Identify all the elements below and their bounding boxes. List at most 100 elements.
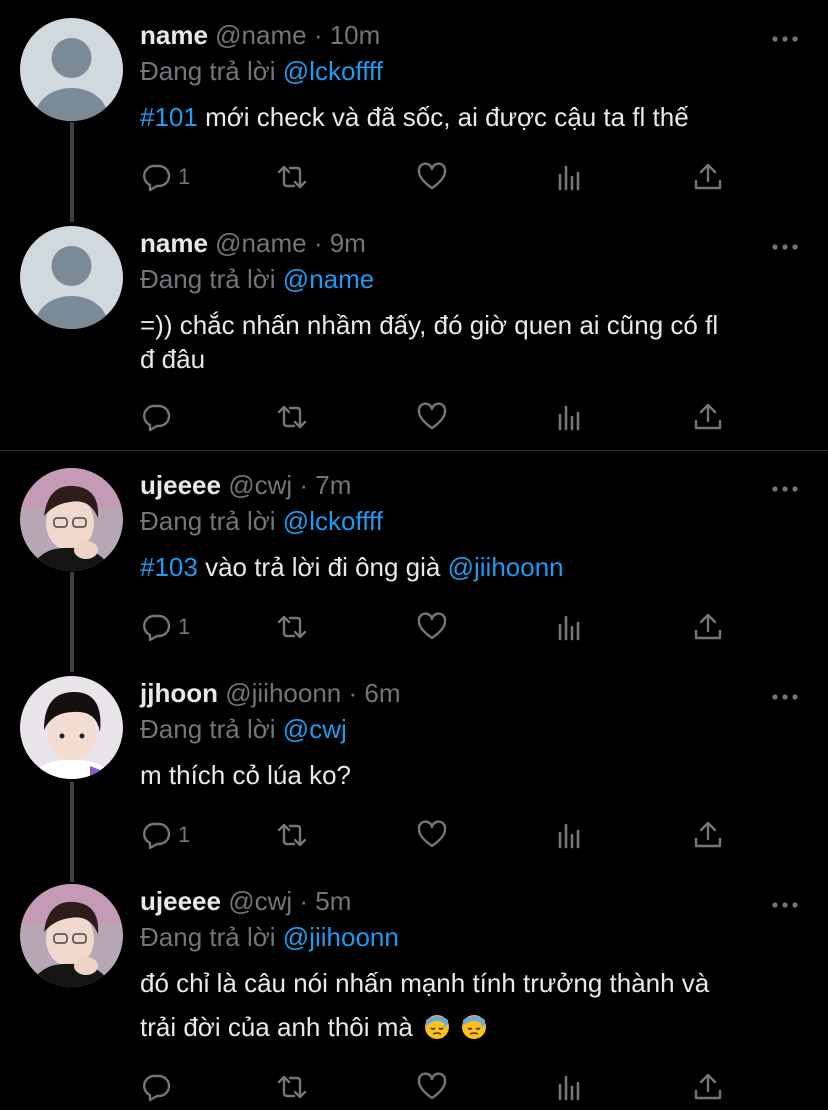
reply-count: 1 — [178, 164, 191, 189]
display-name[interactable]: ujeeee — [140, 886, 221, 916]
tweet[interactable]: name @name · 10m Đang trả lời @lckoffff … — [0, 0, 828, 210]
like-button[interactable] — [416, 1070, 448, 1104]
reply-button[interactable] — [140, 400, 178, 434]
user-handle[interactable]: @cwj — [228, 886, 292, 916]
reply-count: 1 — [178, 614, 191, 639]
analytics-button[interactable] — [554, 610, 586, 644]
tweet[interactable]: ujeeee @cwj · 7m Đang trả lời @lckoffff … — [0, 450, 828, 660]
retweet-button[interactable] — [276, 818, 308, 852]
tweet[interactable]: name @name · 9m Đang trả lời @name =)) c… — [0, 208, 828, 450]
share-icon — [694, 403, 722, 430]
display-name[interactable]: name — [140, 20, 208, 50]
tweet[interactable]: jjhoon @jiihoonn · 6m Đang trả lời @cwj … — [0, 658, 828, 868]
retweet-button[interactable] — [276, 160, 308, 194]
like-icon — [417, 162, 447, 190]
action-bar — [140, 1070, 800, 1104]
avatar-photo[interactable] — [20, 884, 123, 987]
retweet-button[interactable] — [276, 400, 308, 434]
tweet-text-line: đó chỉ là câu nói nhấn mạnh tính trưởng … — [140, 968, 710, 998]
tweet-header: name @name · 10m — [140, 20, 380, 51]
user-handle[interactable]: @name — [215, 228, 306, 258]
more-icon[interactable] — [772, 902, 798, 908]
replying-label: Đang trả lời — [140, 264, 276, 294]
analytics-button[interactable] — [554, 400, 586, 434]
replying-label: Đang trả lời — [140, 506, 276, 536]
mention-link[interactable]: @jiihoonn — [448, 552, 564, 582]
avatar-photo[interactable] — [20, 676, 123, 779]
analytics-icon — [558, 165, 580, 191]
action-bar: 1 — [140, 610, 800, 644]
share-icon — [694, 1073, 722, 1100]
retweet-button[interactable] — [276, 1070, 308, 1104]
more-icon[interactable] — [772, 36, 798, 42]
downcast-sweat-emoji — [462, 1015, 487, 1039]
downcast-sweat-emoji — [425, 1015, 450, 1039]
replying-mention[interactable]: @lckoffff — [283, 56, 383, 86]
analytics-button[interactable] — [554, 160, 586, 194]
replying-mention[interactable]: @lckoffff — [283, 506, 383, 536]
replying-mention[interactable]: @cwj — [283, 714, 347, 744]
timestamp[interactable]: 5m — [315, 886, 351, 916]
replying-to: Đang trả lời @jiihoonn — [140, 922, 399, 953]
reply-icon — [143, 404, 171, 432]
hashtag[interactable]: #103 — [140, 552, 198, 582]
action-bar: 1 — [140, 160, 800, 194]
share-button[interactable] — [692, 160, 724, 194]
analytics-button[interactable] — [554, 1070, 586, 1104]
tweet-text: #103 vào trả lời đi ông già @jiihoonn — [140, 550, 810, 584]
avatar-default[interactable] — [20, 226, 123, 329]
user-handle[interactable]: @name — [215, 20, 306, 50]
separator: · — [292, 470, 316, 500]
tweet-text-content: mới check và đã sốc, ai được cậu ta fl t… — [197, 102, 689, 132]
reply-icon — [143, 164, 171, 192]
tweet-text-line: =)) chắc nhấn nhầm đấy, đó giờ quen ai c… — [140, 310, 719, 340]
replying-to: Đang trả lời @cwj — [140, 714, 347, 745]
analytics-icon — [558, 823, 580, 849]
timestamp[interactable]: 7m — [315, 470, 351, 500]
replying-label: Đang trả lời — [140, 56, 276, 86]
avatar-default[interactable] — [20, 18, 123, 121]
display-name[interactable]: jjhoon — [140, 678, 218, 708]
reply-button[interactable] — [140, 1070, 178, 1104]
reply-icon — [143, 822, 171, 850]
tweet-text-line: đ đâu — [140, 344, 206, 374]
avatar-photo[interactable] — [20, 468, 123, 571]
reply-button[interactable]: 1 — [140, 818, 190, 852]
user-handle[interactable]: @jiihoonn — [225, 678, 341, 708]
replying-label: Đang trả lời — [140, 714, 276, 744]
like-button[interactable] — [416, 818, 448, 852]
share-button[interactable] — [692, 1070, 724, 1104]
display-name[interactable]: ujeeee — [140, 470, 221, 500]
replying-mention[interactable]: @name — [283, 264, 374, 294]
replying-mention[interactable]: @jiihoonn — [283, 922, 399, 952]
reply-icon — [143, 1074, 171, 1102]
more-icon[interactable] — [772, 486, 798, 492]
timestamp[interactable]: 6m — [364, 678, 400, 708]
tweet-header: name @name · 9m — [140, 228, 366, 259]
like-button[interactable] — [416, 160, 448, 194]
retweet-icon — [277, 615, 307, 639]
share-button[interactable] — [692, 400, 724, 434]
user-handle[interactable]: @cwj — [228, 470, 292, 500]
more-icon[interactable] — [772, 244, 798, 250]
hashtag[interactable]: #101 — [140, 102, 198, 132]
like-button[interactable] — [416, 610, 448, 644]
share-button[interactable] — [692, 610, 724, 644]
display-name[interactable]: name — [140, 228, 208, 258]
tweet-header: ujeeee @cwj · 5m — [140, 886, 351, 917]
share-icon — [694, 163, 722, 190]
separator: · — [341, 678, 365, 708]
reply-button[interactable]: 1 — [140, 610, 190, 644]
timestamp[interactable]: 9m — [330, 228, 366, 258]
action-bar: 1 — [140, 818, 800, 852]
analytics-button[interactable] — [554, 818, 586, 852]
like-button[interactable] — [416, 400, 448, 434]
timestamp[interactable]: 10m — [330, 20, 381, 50]
reply-button[interactable]: 1 — [140, 160, 190, 194]
retweet-button[interactable] — [276, 610, 308, 644]
tweet[interactable]: ujeeee @cwj · 5m Đang trả lời @jiihoonn … — [0, 866, 828, 1110]
more-icon[interactable] — [772, 694, 798, 700]
share-button[interactable] — [692, 818, 724, 852]
replying-label: Đang trả lời — [140, 922, 276, 952]
reply-count: 1 — [178, 822, 191, 847]
